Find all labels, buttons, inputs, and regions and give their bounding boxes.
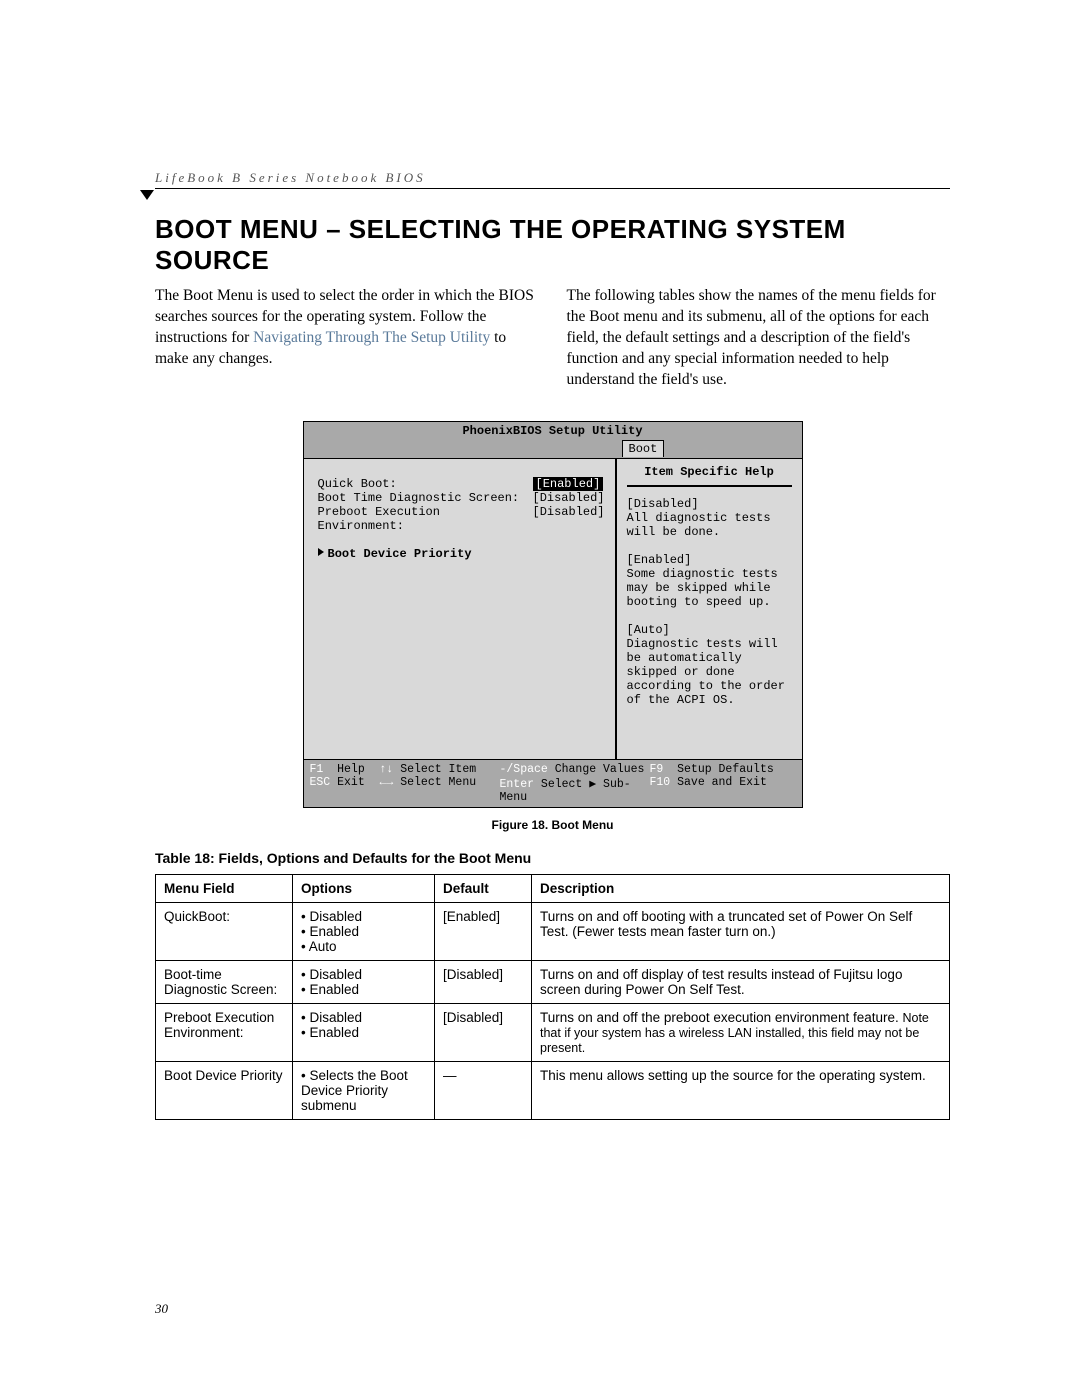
page-number: 30 [155,1301,168,1317]
bios-submenu-label: Boot Device Priority [328,547,472,561]
cell-default: — [435,1061,532,1119]
option-item: Enabled [301,1025,426,1040]
th-menu-field: Menu Field [156,874,293,902]
bios-screenshot: PhoenixBIOS Setup Utility Boot Quick Boo… [303,421,803,808]
cell-options: Disabled Enabled Auto [293,902,435,960]
key-f10-label: Save and Exit [677,776,767,789]
key-f10: F10 [650,776,671,789]
cell-field: QuickBoot: [156,902,293,960]
bios-row-value-selected: [Enabled] [533,477,604,491]
figure-caption: Figure 18. Boot Menu [155,818,950,832]
key-space: -/Space [500,763,548,776]
cell-field: Boot Device Priority [156,1061,293,1119]
section-title: Boot Menu – Selecting the Operating Syst… [155,214,950,276]
option-item: Disabled [301,967,426,982]
table-row: QuickBoot: Disabled Enabled Auto [Enable… [156,902,950,960]
bios-body: Quick Boot: [Enabled] Boot Time Diagnost… [303,458,803,760]
key-updown-label: Select Item [400,763,476,776]
cell-options: Disabled Enabled [293,1003,435,1061]
fields-table: Menu Field Options Default Description Q… [155,874,950,1120]
cell-description: Turns on and off booting with a truncate… [532,902,950,960]
cell-field: Boot-time Diagnostic Screen: [156,960,293,1003]
key-enter: Enter [500,778,535,791]
running-head: LifeBook B Series Notebook BIOS [155,170,950,186]
bios-row-value: [Disabled] [533,505,605,533]
triangle-marker-icon [140,190,154,200]
cell-field: Preboot Execution Environment: [156,1003,293,1061]
th-options: Options [293,874,435,902]
intro-columns: The Boot Menu is used to select the orde… [155,286,950,391]
cell-description: Turns on and off display of test results… [532,960,950,1003]
bios-options-pane: Quick Boot: [Enabled] Boot Time Diagnost… [304,459,617,759]
cell-description: This menu allows setting up the source f… [532,1061,950,1119]
bios-help-pane: Item Specific Help [Disabled] All diagno… [617,459,802,759]
bios-row-diagscreen: Boot Time Diagnostic Screen: [Disabled] [318,491,605,505]
cell-description: Turns on and off the preboot execution e… [532,1003,950,1061]
key-space-label: Change Values [555,763,645,776]
cell-default: [Disabled] [435,1003,532,1061]
bios-submenu-row: Boot Device Priority [318,547,605,561]
bios-row-label: Boot Time Diagnostic Screen: [318,491,533,505]
bios-tab-boot: Boot [622,440,665,457]
table-row: Boot Device Priority Selects the Boot De… [156,1061,950,1119]
bios-tab-strip: Boot [303,440,803,458]
table-row: Boot-time Diagnostic Screen: Disabled En… [156,960,950,1003]
header-rule [155,188,950,189]
bios-title-bar: PhoenixBIOS Setup Utility [303,421,803,440]
th-default: Default [435,874,532,902]
table-head-row: Menu Field Options Default Description [156,874,950,902]
cell-options: Selects the Boot Device Priority submenu [293,1061,435,1119]
cell-default: [Enabled] [435,902,532,960]
option-item: Selects the Boot Device Priority submenu [301,1068,426,1113]
bios-footer: F1 Help ↑↓ Select Item -/Space Change Va… [303,760,803,808]
desc-text: Turns on and off the preboot execution e… [540,1010,902,1025]
key-f1-label: Help [337,763,365,776]
intro-left: The Boot Menu is used to select the orde… [155,286,539,391]
option-item: Disabled [301,1010,426,1025]
table-row: Preboot Execution Environment: Disabled … [156,1003,950,1061]
key-leftright-label: Select Menu [400,776,476,789]
bios-help-title: Item Specific Help [627,465,792,487]
bios-row-label: Quick Boot: [318,477,533,491]
cell-default: [Disabled] [435,960,532,1003]
bios-row-value: [Disabled] [533,491,605,505]
document-page: LifeBook B Series Notebook BIOS Boot Men… [0,0,1080,1397]
key-f9-label: Setup Defaults [677,763,774,776]
bios-row-label: Preboot Execution Environment: [318,505,533,533]
key-esc: ESC [310,776,331,789]
key-esc-label: Exit [337,776,365,789]
bios-row-pxe: Preboot Execution Environment: [Disabled… [318,505,605,533]
option-item: Disabled [301,909,426,924]
intro-right: The following tables show the names of t… [567,286,951,391]
option-item: Enabled [301,924,426,939]
option-item: Enabled [301,982,426,997]
key-f9: F9 [650,763,664,776]
th-description: Description [532,874,950,902]
bios-row-quickboot: Quick Boot: [Enabled] [318,477,605,491]
key-updown: ↑↓ [380,763,394,776]
triangle-right-icon [318,548,324,556]
key-leftright: ←→ [380,776,394,789]
intro-left-link: Navigating Through The Setup Utility [253,329,490,346]
option-item: Auto [301,939,426,954]
table-title: Table 18: Fields, Options and Defaults f… [155,850,950,866]
cell-options: Disabled Enabled [293,960,435,1003]
key-f1: F1 [310,763,324,776]
bios-help-body: [Disabled] All diagnostic tests will be … [627,497,792,707]
